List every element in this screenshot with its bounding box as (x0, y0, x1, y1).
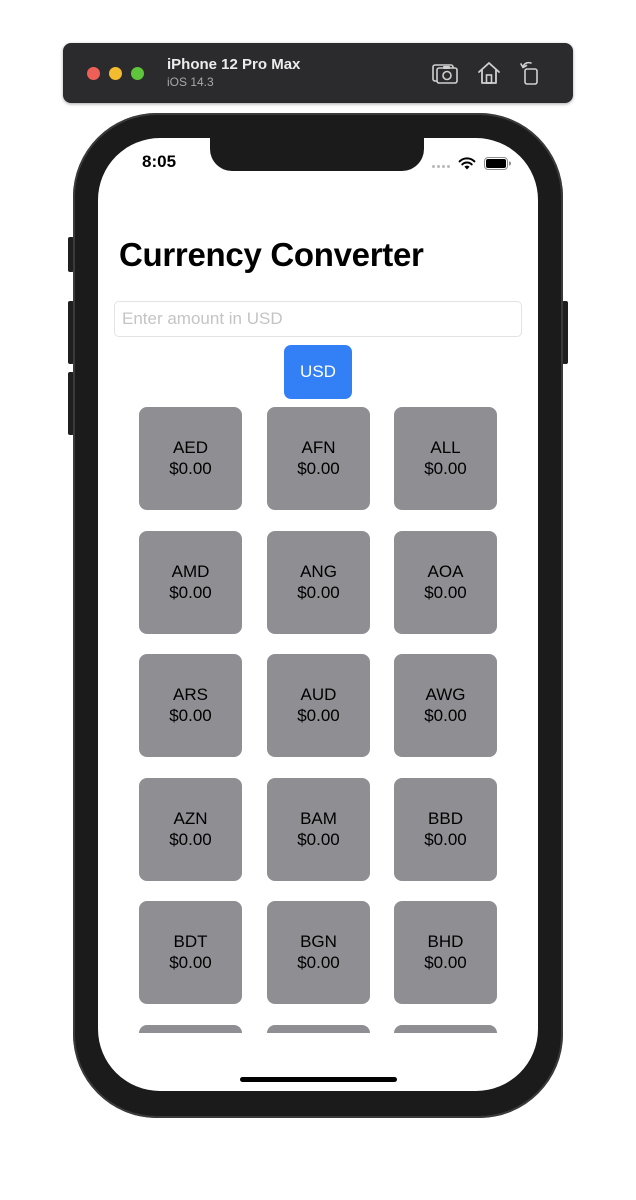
currency-tile-aed[interactable]: AED $0.00 (139, 407, 242, 510)
currency-value: $0.00 (169, 458, 212, 478)
home-icon[interactable] (476, 60, 502, 86)
currency-value: $0.00 (297, 705, 340, 725)
rotate-icon[interactable] (518, 60, 544, 86)
currency-tile-azn[interactable]: AZN $0.00 (139, 778, 242, 881)
device-screen: 8:05 Currency Converter USD AED$0.00AFN$… (98, 138, 538, 1091)
currency-value: $0.00 (424, 582, 467, 602)
amount-input[interactable] (114, 301, 522, 337)
currency-code: AOA (427, 561, 464, 581)
currency-tile-bhd[interactable]: BHD $0.00 (394, 901, 497, 1004)
currency-tile-partial[interactable] (394, 1025, 497, 1033)
currency-tile-bbd[interactable]: BBD $0.00 (394, 778, 497, 881)
home-indicator (240, 1077, 397, 1082)
currency-code: ALL (430, 437, 461, 457)
notch (210, 138, 424, 171)
device-name: iPhone 12 Pro Max (167, 56, 301, 73)
currency-code: BAM (300, 808, 337, 828)
currency-code: BHD (427, 931, 464, 951)
currency-tile-bdt[interactable]: BDT $0.00 (139, 901, 242, 1004)
zoom-window-button[interactable] (131, 67, 144, 80)
currency-value: $0.00 (424, 952, 467, 972)
currency-tile-ars[interactable]: ARS $0.00 (139, 654, 242, 757)
currency-value: $0.00 (169, 829, 212, 849)
currency-tile-amd[interactable]: AMD $0.00 (139, 531, 242, 634)
currency-tile-all[interactable]: ALL $0.00 (394, 407, 497, 510)
currency-value: $0.00 (424, 705, 467, 725)
currency-code: ARS (173, 684, 208, 704)
currency-value: $0.00 (424, 458, 467, 478)
close-window-button[interactable] (87, 67, 100, 80)
currency-code: BBD (428, 808, 463, 828)
simulator-toolbar: iPhone 12 Pro Max iOS 14.3 (63, 43, 573, 103)
currency-tile-partial[interactable] (267, 1025, 370, 1033)
page-title: Currency Converter (119, 236, 424, 273)
currency-tile-aoa[interactable]: AOA $0.00 (394, 531, 497, 634)
currency-tile-aud[interactable]: AUD $0.00 (267, 654, 370, 757)
currency-code: ANG (300, 561, 337, 581)
currency-code: AWG (425, 684, 466, 704)
currency-code: AUD (300, 684, 337, 704)
currency-code: AED (173, 437, 208, 457)
screenshot-icon[interactable] (432, 60, 458, 86)
minimize-window-button[interactable] (109, 67, 122, 80)
currency-value: $0.00 (169, 952, 212, 972)
currency-value: $0.00 (169, 705, 212, 725)
currency-tile-awg[interactable]: AWG $0.00 (394, 654, 497, 757)
currency-value: $0.00 (297, 952, 340, 972)
currency-value: $0.00 (297, 458, 340, 478)
currency-value: $0.00 (424, 829, 467, 849)
base-currency-button[interactable]: USD (284, 345, 352, 399)
currency-code: AZN (173, 808, 208, 828)
currency-code: AMD (171, 561, 210, 581)
currency-value: $0.00 (297, 829, 340, 849)
currency-grid[interactable]: Currency Converter USD AED$0.00AFN$0.00A… (98, 138, 538, 1033)
os-version: iOS 14.3 (167, 75, 214, 89)
currency-code: BGN (300, 931, 337, 951)
currency-tile-bam[interactable]: BAM $0.00 (267, 778, 370, 881)
currency-tile-bgn[interactable]: BGN $0.00 (267, 901, 370, 1004)
currency-value: $0.00 (169, 582, 212, 602)
currency-value: $0.00 (297, 582, 340, 602)
currency-code: AFN (301, 437, 336, 457)
currency-tile-afn[interactable]: AFN $0.00 (267, 407, 370, 510)
currency-tile-ang[interactable]: ANG $0.00 (267, 531, 370, 634)
currency-code: BDT (173, 931, 208, 951)
currency-tile-partial[interactable] (139, 1025, 242, 1033)
